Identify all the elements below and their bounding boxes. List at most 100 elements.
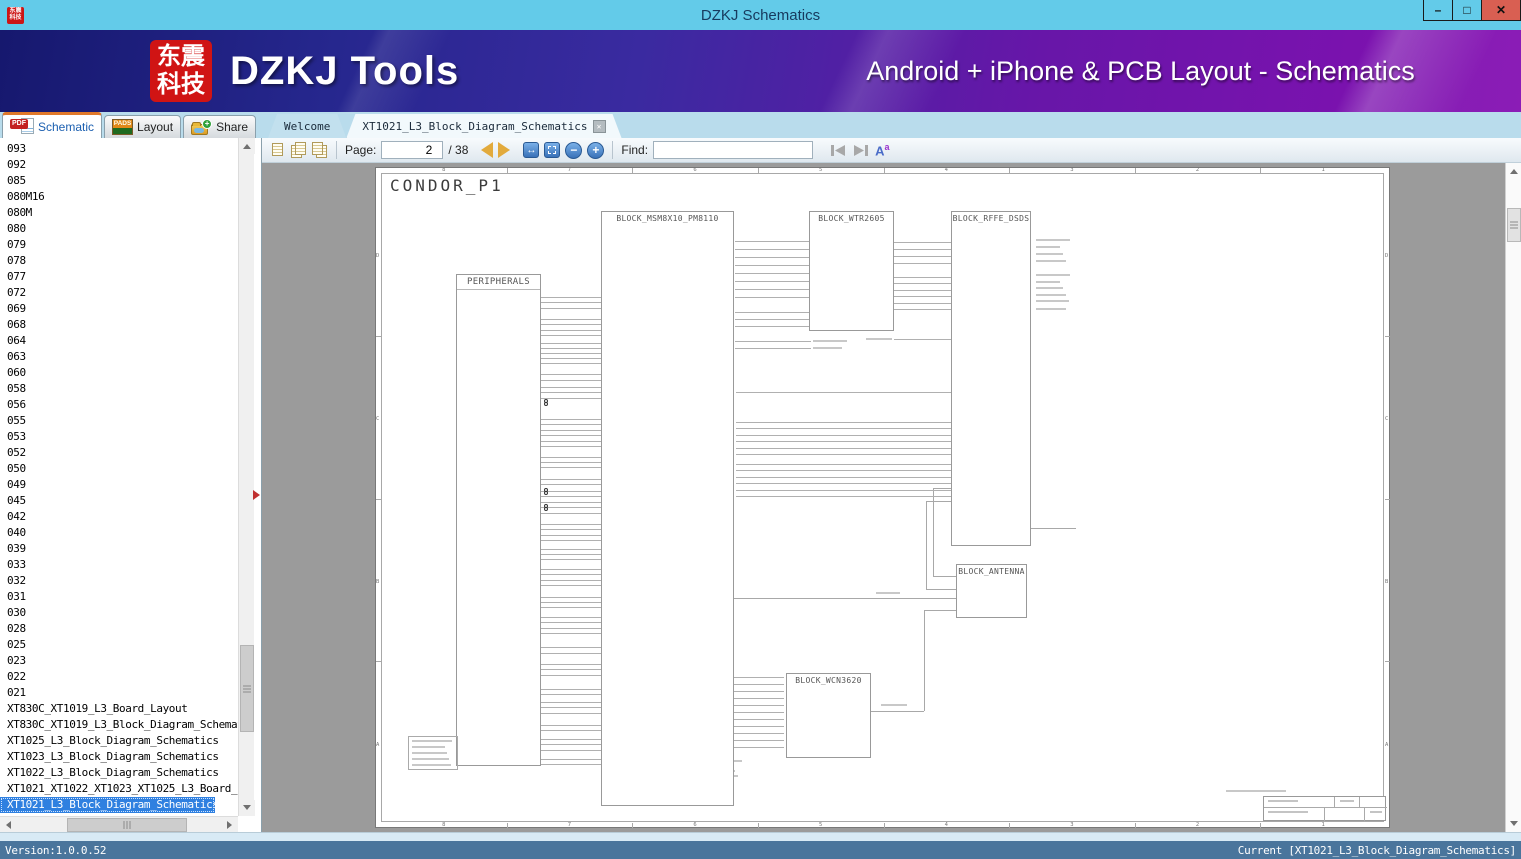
list-item[interactable]: 049 xyxy=(0,477,238,493)
list-item[interactable]: 052 xyxy=(0,445,238,461)
scroll-right-icon[interactable] xyxy=(222,817,238,833)
sidebar-hscroll-thumb[interactable] xyxy=(67,818,187,832)
list-item[interactable]: 039 xyxy=(0,541,238,557)
list-item[interactable]: 060 xyxy=(0,365,238,381)
app-banner: 东震科技 DZKJ Tools Android + iPhone & PCB L… xyxy=(0,30,1521,112)
list-item[interactable]: 080 xyxy=(0,221,238,237)
find-next-icon[interactable] xyxy=(852,143,870,158)
list-item[interactable]: 056 xyxy=(0,397,238,413)
list-item[interactable]: XT1021_L3_Block_Diagram_Schematics xyxy=(0,797,215,813)
list-item[interactable]: 093 xyxy=(0,141,238,157)
schematic-sheet: CONDOR_P1 PERIPHERALS BLOCK_MSM8X10_PM811… xyxy=(375,167,1390,828)
tab-layout[interactable]: PADS Layout xyxy=(104,115,182,138)
ruler-tick xyxy=(1134,168,1136,173)
fit-page-icon[interactable] xyxy=(544,142,561,158)
list-item[interactable]: 021 xyxy=(0,685,238,701)
viewer-vertical-scrollbar[interactable] xyxy=(1505,163,1521,832)
scroll-down-icon[interactable] xyxy=(239,800,255,816)
brand-logo: 东震科技 xyxy=(150,40,212,102)
ruler-number: 6 xyxy=(693,822,697,828)
ruler-number: 6 xyxy=(693,167,697,173)
connector-dots xyxy=(544,488,549,495)
ruler-tick xyxy=(757,823,759,828)
list-item[interactable]: 022 xyxy=(0,669,238,685)
scroll-down-icon[interactable] xyxy=(1506,816,1521,832)
tabs-row: PDF Schematic PADS Layout + Share Welcom… xyxy=(0,112,1521,138)
doc-tab-current[interactable]: XT1021_L3_Block_Diagram_Schematics ✕ xyxy=(346,114,621,138)
minimize-button[interactable]: – xyxy=(1424,0,1453,20)
list-item[interactable]: XT830C_XT1019_L3_Block_Diagram_Schemat xyxy=(0,717,238,733)
list-item[interactable]: 063 xyxy=(0,349,238,365)
sidebar-vertical-scrollbar[interactable] xyxy=(238,138,255,816)
viewer-scroll-thumb[interactable] xyxy=(1507,208,1521,242)
list-item[interactable]: XT1025_L3_Block_Diagram_Schematics xyxy=(0,733,238,749)
main-tabs: PDF Schematic PADS Layout + Share xyxy=(0,112,262,138)
list-item[interactable]: 068 xyxy=(0,317,238,333)
list-item[interactable]: 080M16 xyxy=(0,189,238,205)
list-item[interactable]: 077 xyxy=(0,269,238,285)
copy-page-icon[interactable] xyxy=(291,141,307,159)
schematic-block: BLOCK_MSM8X10_PM8110 xyxy=(601,211,734,806)
small-block xyxy=(408,736,458,770)
list-item[interactable]: 040 xyxy=(0,525,238,541)
ruler-number: 7 xyxy=(567,167,572,173)
ruler-tick xyxy=(376,661,381,663)
list-item[interactable]: 055 xyxy=(0,413,238,429)
doc-tab-close-icon[interactable]: ✕ xyxy=(593,120,606,133)
scroll-left-icon[interactable] xyxy=(0,817,16,833)
tab-schematic[interactable]: PDF Schematic xyxy=(2,112,103,138)
close-button[interactable]: ✕ xyxy=(1482,0,1520,20)
list-item[interactable]: 050 xyxy=(0,461,238,477)
schematic-viewer[interactable]: CONDOR_P1 PERIPHERALS BLOCK_MSM8X10_PM811… xyxy=(262,163,1505,832)
list-item[interactable]: 064 xyxy=(0,333,238,349)
list-item[interactable]: 069 xyxy=(0,301,238,317)
list-item[interactable]: 028 xyxy=(0,621,238,637)
doc-tab-welcome[interactable]: Welcome xyxy=(268,114,346,138)
list-item[interactable]: 085 xyxy=(0,173,238,189)
zoom-in-icon[interactable]: + xyxy=(587,141,605,159)
sidebar-horizontal-scrollbar[interactable] xyxy=(0,816,238,832)
scroll-up-icon[interactable] xyxy=(239,138,255,154)
page-icon[interactable] xyxy=(270,142,286,159)
ruler-tick xyxy=(1385,661,1390,663)
list-item[interactable]: 030 xyxy=(0,605,238,621)
maximize-button[interactable]: □ xyxy=(1453,0,1482,20)
sidebar-scroll-thumb[interactable] xyxy=(240,645,254,732)
list-item[interactable]: XT830C_XT1019_L3_Board_Layout xyxy=(0,701,238,717)
window-controls: – □ ✕ xyxy=(1423,0,1521,21)
list-item[interactable]: 033 xyxy=(0,557,238,573)
zoom-out-icon[interactable]: − xyxy=(565,141,583,159)
ruler-tick xyxy=(1260,168,1262,173)
list-item[interactable]: 092 xyxy=(0,157,238,173)
list-item[interactable]: 072 xyxy=(0,285,238,301)
find-previous-icon[interactable] xyxy=(829,143,847,158)
pages-icon[interactable] xyxy=(312,141,328,159)
list-item[interactable]: XT1021_XT1022_XT1023_XT1025_L3_Board_I xyxy=(0,781,238,797)
list-item[interactable]: 058 xyxy=(0,381,238,397)
font-size-icon[interactable]: Aa xyxy=(875,142,889,158)
find-input[interactable] xyxy=(653,141,814,159)
wire-row xyxy=(706,440,980,443)
scroll-up-icon[interactable] xyxy=(1506,163,1521,179)
tab-share[interactable]: + Share xyxy=(183,115,257,138)
list-item[interactable]: 023 xyxy=(0,653,238,669)
list-item[interactable]: 079 xyxy=(0,237,238,253)
page-number-input[interactable] xyxy=(381,141,444,159)
ruler-tick xyxy=(632,823,634,828)
list-item[interactable]: 025 xyxy=(0,637,238,653)
ruler-number: 8 xyxy=(442,167,446,173)
list-item[interactable]: 045 xyxy=(0,493,238,509)
list-item[interactable]: 078 xyxy=(0,253,238,269)
ruler-tick xyxy=(376,498,381,500)
list-item[interactable]: XT1022_L3_Block_Diagram_Schematics xyxy=(0,765,238,781)
list-item[interactable]: 080M xyxy=(0,205,238,221)
list-item[interactable]: 053 xyxy=(0,429,238,445)
next-page-icon[interactable] xyxy=(498,142,518,158)
schematic-block: BLOCK_ANTENNA xyxy=(956,564,1027,618)
fit-width-icon[interactable]: ↔ xyxy=(523,142,540,158)
previous-page-icon[interactable] xyxy=(473,142,494,158)
list-item[interactable]: 032 xyxy=(0,573,238,589)
list-item[interactable]: XT1023_L3_Block_Diagram_Schematics xyxy=(0,749,238,765)
list-item[interactable]: 042 xyxy=(0,509,238,525)
list-item[interactable]: 031 xyxy=(0,589,238,605)
